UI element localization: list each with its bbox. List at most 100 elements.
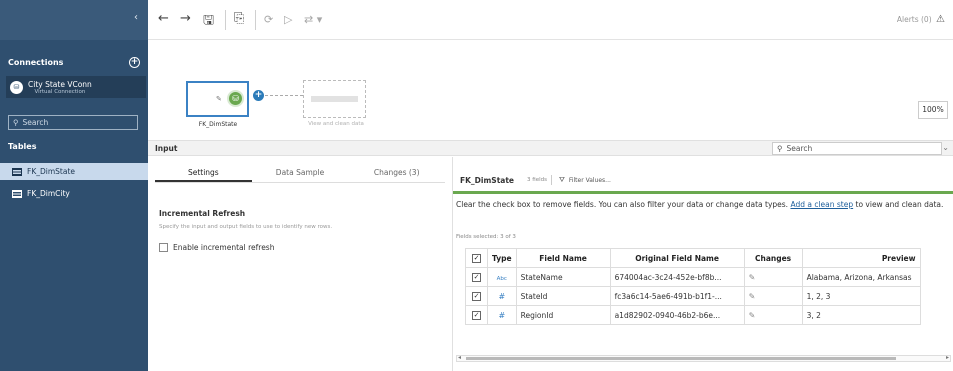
row-checkbox-cell[interactable]: ✓ xyxy=(465,267,488,287)
type-cell[interactable]: Abc xyxy=(487,267,517,287)
sidebar-search-input[interactable]: ⚲ Search xyxy=(8,115,138,130)
filter-icon: ⛛ xyxy=(559,176,565,184)
run-icon[interactable]: ▷ xyxy=(284,13,292,26)
edit-icon: ✎ xyxy=(748,291,756,301)
edit-icon: ✎ xyxy=(748,272,756,282)
string-type-icon[interactable]: Abc xyxy=(497,276,507,282)
table-icon xyxy=(12,189,22,198)
column-header-changes: Changes xyxy=(743,248,803,268)
scroll-left-arrow-icon[interactable]: ◂ xyxy=(458,354,461,361)
original-field-name-cell: 674004ac-3c24-452e-bf8b... xyxy=(609,267,745,287)
connections-header: Connections + xyxy=(8,57,140,68)
back-arrow-icon[interactable]: ← xyxy=(158,11,169,26)
row-checkbox[interactable]: ✓ xyxy=(472,311,481,320)
database-icon: ⛁ xyxy=(10,80,23,94)
row-checkbox[interactable]: ✓ xyxy=(472,292,481,301)
changes-cell: ✎ xyxy=(743,286,803,306)
connection-text: City State VConn Virtual Connection xyxy=(28,80,92,95)
flow-canvas[interactable]: ✎ ⛁ + FK_DimState View and clean data 10… xyxy=(148,40,953,140)
number-type-icon[interactable]: # xyxy=(498,311,505,320)
horizontal-scrollbar[interactable]: ◂ ▸ xyxy=(456,354,951,362)
checkbox-box[interactable] xyxy=(159,243,168,252)
preview-cell: Alabama, Arizona, Arkansas xyxy=(801,267,921,287)
table-row[interactable]: ✓ # RegionId a1d82902-0940-46b2-b6e... ✎… xyxy=(465,305,921,325)
fields-info-text: Clear the check box to remove fields. Yo… xyxy=(456,199,951,211)
fields-info-tail: to view and clean data. xyxy=(853,200,944,209)
tab-data-sample[interactable]: Data Sample xyxy=(252,166,349,182)
connector-line xyxy=(265,95,303,96)
table-item-label: FK_DimState xyxy=(27,167,75,176)
field-name-cell[interactable]: StateName xyxy=(515,267,611,287)
connection-name: City State VConn xyxy=(28,79,92,89)
incremental-refresh-description: Specify the input and output fields to u… xyxy=(159,224,333,230)
preview-cell: 3, 2 xyxy=(801,305,921,325)
table-header-row: ✓ Type Field Name Original Field Name Ch… xyxy=(465,248,921,268)
database-icon: ⛁ xyxy=(227,90,244,107)
select-all-checkbox-cell[interactable]: ✓ xyxy=(465,248,488,268)
column-header-original-field-name: Original Field Name xyxy=(609,248,745,268)
incremental-refresh-title: Incremental Refresh xyxy=(159,209,246,218)
refresh-icon[interactable]: ⟳ xyxy=(264,13,273,26)
table-row[interactable]: ✓ Abc StateName 674004ac-3c24-452e-bf8b.… xyxy=(465,267,921,287)
connection-item[interactable]: ⛁ City State VConn Virtual Connection xyxy=(6,76,146,98)
scrollbar-thumb[interactable] xyxy=(466,357,896,360)
enable-incremental-refresh-checkbox[interactable]: Enable incremental refresh xyxy=(159,243,274,252)
toolbar: ← → 🖫 ⎘ ⟳ ▷ ⇄ ▾ Alerts (0) ⚠ xyxy=(148,0,953,40)
row-checkbox-cell[interactable]: ✓ xyxy=(465,286,488,306)
table-item-fk-dimstate[interactable]: FK_DimState xyxy=(0,163,148,180)
ghost-clean-step[interactable] xyxy=(303,80,366,118)
input-pane-title: Input xyxy=(155,144,178,153)
sidebar: ‹ Connections + ⛁ City State VConn Virtu… xyxy=(0,0,148,371)
filter-values-label: Filter Values... xyxy=(568,177,611,184)
row-checkbox[interactable]: ✓ xyxy=(472,273,481,282)
forward-arrow-icon[interactable]: → xyxy=(180,11,191,26)
filter-values-button[interactable]: ⛛ Filter Values... xyxy=(559,176,611,185)
original-field-name-cell: a1d82902-0940-46b2-b6e... xyxy=(609,305,745,325)
warning-icon: ⚠ xyxy=(936,14,945,25)
table-icon xyxy=(12,167,22,176)
column-header-type: Type xyxy=(487,248,517,268)
fields-selected-count: Fields selected: 3 of 3 xyxy=(456,234,516,240)
collapse-sidebar-icon[interactable]: ‹ xyxy=(134,12,138,23)
input-step-node[interactable]: ✎ ⛁ xyxy=(186,81,249,117)
changes-cell: ✎ xyxy=(743,305,803,325)
number-type-icon[interactable]: # xyxy=(498,292,505,301)
search-icon: ⚲ xyxy=(13,118,19,127)
options-dropdown-icon[interactable]: ⇄ ▾ xyxy=(304,13,322,26)
edit-icon: ✎ xyxy=(216,95,222,103)
alerts-button[interactable]: Alerts (0) ⚠ xyxy=(897,14,945,25)
publish-icon[interactable]: ⎘ xyxy=(234,11,244,26)
type-cell[interactable]: # xyxy=(487,305,517,325)
select-all-checkbox[interactable]: ✓ xyxy=(472,254,481,263)
fields-panel-header: FK_DimState 3 fields ⛛ Filter Values... xyxy=(453,166,953,194)
ghost-step-label: View and clean data xyxy=(308,121,364,127)
tab-changes[interactable]: Changes (3) xyxy=(348,166,445,182)
row-checkbox-cell[interactable]: ✓ xyxy=(465,305,488,325)
toolbar-divider xyxy=(225,10,226,30)
fields-panel: FK_DimState 3 fields ⛛ Filter Values... … xyxy=(452,157,953,371)
table-row[interactable]: ✓ # StateId fc3a6c14-5ae6-491b-b1f1-... … xyxy=(465,286,921,306)
fields-info-message: Clear the check box to remove fields. Yo… xyxy=(456,200,789,209)
table-item-fk-dimcity[interactable]: FK_DimCity xyxy=(0,185,148,202)
add-clean-step-link[interactable]: Add a clean step xyxy=(790,200,853,209)
fields-table: ✓ Type Field Name Original Field Name Ch… xyxy=(465,248,921,325)
add-step-icon[interactable]: + xyxy=(253,90,264,101)
field-name-cell[interactable]: StateId xyxy=(515,286,611,306)
fields-table-name: FK_DimState xyxy=(460,176,515,185)
add-connection-icon[interactable]: + xyxy=(129,57,140,68)
field-name-cell[interactable]: RegionId xyxy=(515,305,611,325)
type-cell[interactable]: # xyxy=(487,286,517,306)
scroll-right-arrow-icon[interactable]: ▸ xyxy=(946,354,949,361)
connection-subtitle: Virtual Connection xyxy=(34,88,86,95)
search-icon: ⚲ xyxy=(777,144,783,153)
toolbar-divider xyxy=(255,10,256,30)
zoom-level-button[interactable]: 100% xyxy=(918,101,948,119)
sidebar-search-placeholder: Search xyxy=(22,118,49,127)
collapse-pane-chevron-icon[interactable]: ⌄ xyxy=(942,143,949,152)
tab-settings[interactable]: Settings xyxy=(155,166,252,182)
edit-icon: ✎ xyxy=(748,310,756,320)
save-icon[interactable]: 🖫 xyxy=(203,11,214,33)
input-search-field[interactable]: ⚲ Search xyxy=(772,142,942,155)
alerts-label: Alerts (0) xyxy=(896,15,932,24)
checkbox-label: Enable incremental refresh xyxy=(173,243,275,252)
